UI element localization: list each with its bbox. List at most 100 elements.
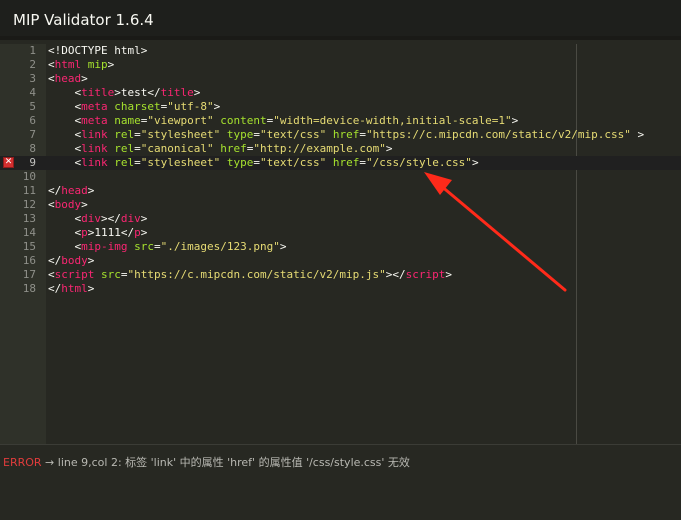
- code-token-tag: body: [54, 198, 82, 211]
- code-token-punct: >: [471, 156, 479, 169]
- code-token-punct: =: [134, 142, 141, 155]
- code-token-punct: =: [120, 268, 128, 281]
- code-token-punct: [326, 156, 333, 169]
- code-token-str: "http://example.com": [253, 142, 386, 155]
- code-line[interactable]: 10: [0, 170, 681, 184]
- code-line[interactable]: 8 <link rel="canonical" href="http://exa…: [0, 142, 681, 156]
- code-line[interactable]: ✕ 9 <link rel="stylesheet" type="text/css…: [0, 156, 681, 170]
- code-token-attr: rel: [114, 156, 135, 169]
- error-message: line 9,col 2: 标签 'link' 中的属性 'href' 的属性值…: [57, 456, 410, 469]
- code-line[interactable]: 3 <head>: [0, 72, 681, 86]
- code-token-punct: >: [81, 198, 88, 211]
- code-token-punct: >: [630, 128, 645, 141]
- code-line[interactable]: 1 <!DOCTYPE html>: [0, 44, 681, 58]
- code-token-str: "stylesheet": [140, 128, 221, 141]
- code-token-str: "utf-8": [167, 100, 214, 113]
- code-token-punct: =: [134, 128, 141, 141]
- code-token-punct: =: [359, 128, 366, 141]
- code-token-tag: p: [134, 226, 141, 239]
- code-token-punct: <: [48, 72, 55, 85]
- code-token-punct: >: [107, 58, 115, 71]
- code-token-punct: [326, 128, 333, 141]
- code-token-str: "text/css": [259, 128, 327, 141]
- code-line[interactable]: 5 <meta charset="utf-8">: [0, 100, 681, 114]
- code-token-attr: rel: [114, 142, 135, 155]
- code-line[interactable]: 16 </body>: [0, 254, 681, 268]
- code-token-punct: <: [48, 268, 55, 281]
- line-code: <!DOCTYPE html>: [48, 44, 147, 58]
- code-token-str: "stylesheet": [140, 156, 221, 169]
- code-token-punct: </: [48, 282, 62, 295]
- code-token-str: "canonical": [140, 142, 214, 155]
- code-token-punct: >: [385, 142, 393, 155]
- code-token-punct: <!DOCTYPE html>: [48, 44, 148, 57]
- code-token-punct: =: [153, 240, 161, 253]
- code-token-attr: mip: [87, 58, 108, 71]
- code-token-punct: >: [87, 184, 95, 197]
- code-token-punct: >1111</: [87, 226, 135, 239]
- status-message: ERROR → line 9,col 2: 标签 'link' 中的属性 'hr…: [3, 454, 410, 470]
- code-editor[interactable]: 1 <!DOCTYPE html> 2 <html mip> 3 <head> 4 <tit…: [0, 44, 681, 444]
- error-label: ERROR: [3, 456, 42, 469]
- code-token-punct: =: [359, 156, 366, 169]
- line-number: 10: [22, 170, 36, 183]
- code-token-tag: head: [54, 72, 82, 85]
- code-token-tag: link: [81, 128, 108, 141]
- code-token-punct: <: [48, 212, 82, 225]
- code-token-punct: ></: [385, 268, 406, 281]
- line-code: <script src="https://c.mipcdn.com/static…: [48, 268, 452, 282]
- code-token-punct: <: [48, 156, 82, 169]
- code-token-punct: <: [48, 142, 82, 155]
- line-code: <link rel="stylesheet" type="text/css" h…: [48, 128, 644, 142]
- code-line[interactable]: 2 <html mip>: [0, 58, 681, 72]
- code-token-attr: href: [332, 156, 360, 169]
- code-token-punct: >: [511, 114, 519, 127]
- code-token-tag: head: [61, 184, 88, 197]
- code-line[interactable]: 17 <script src="https://c.mipcdn.com/stat…: [0, 268, 681, 282]
- code-token-punct: >: [279, 240, 287, 253]
- code-line[interactable]: 7 <link rel="stylesheet" type="text/css"…: [0, 128, 681, 142]
- code-token-punct: >: [87, 254, 95, 267]
- code-token-tag: script: [405, 268, 446, 281]
- code-line[interactable]: 11 </head>: [0, 184, 681, 198]
- code-line[interactable]: 13 <div></div>: [0, 212, 681, 226]
- line-number: 5: [29, 100, 36, 113]
- code-token-punct: >: [140, 226, 148, 239]
- code-token-punct: <: [48, 114, 82, 127]
- code-token-attr: type: [226, 156, 254, 169]
- app-title-bar: MIP Validator 1.6.4: [0, 0, 681, 40]
- line-code: </html>: [48, 282, 94, 296]
- code-line[interactable]: 12 <body>: [0, 198, 681, 212]
- code-line[interactable]: 15 <mip-img src="./images/123.png">: [0, 240, 681, 254]
- code-token-tag: meta: [81, 114, 108, 127]
- code-token-str: "width=device-width,initial-scale=1": [273, 114, 512, 127]
- code-token-punct: [220, 156, 227, 169]
- code-token-tag: div: [81, 212, 101, 225]
- code-token-tag: mip-img: [81, 240, 128, 253]
- line-code: <head>: [48, 72, 88, 86]
- line-number: 13: [22, 212, 36, 225]
- code-token-attr: src: [134, 240, 154, 253]
- code-line[interactable]: 18 </html>: [0, 282, 681, 296]
- code-line[interactable]: 14 <p>1111</p>: [0, 226, 681, 240]
- line-number: 14: [22, 226, 36, 239]
- code-token-punct: =: [253, 156, 260, 169]
- code-token-punct: <: [48, 226, 82, 239]
- line-code: <html mip>: [48, 58, 114, 72]
- line-code: </body>: [48, 254, 94, 268]
- line-number: 17: [22, 268, 36, 281]
- code-token-punct: =: [253, 128, 260, 141]
- code-token-punct: =: [134, 156, 141, 169]
- status-bar: ERROR → line 9,col 2: 标签 'link' 中的属性 'hr…: [0, 444, 681, 520]
- line-number: 15: [22, 240, 36, 253]
- code-line[interactable]: 4 <title>test</title>: [0, 86, 681, 100]
- line-number: 7: [29, 128, 36, 141]
- code-token-punct: [220, 128, 227, 141]
- code-token-punct: >: [193, 86, 201, 99]
- line-number: 12: [22, 198, 36, 211]
- code-token-attr: href: [332, 128, 360, 141]
- code-token-tag: title: [160, 86, 194, 99]
- code-line[interactable]: 6 <meta name="viewport" content="width=d…: [0, 114, 681, 128]
- code-token-punct: ></: [101, 212, 121, 225]
- code-token-attr: type: [226, 128, 254, 141]
